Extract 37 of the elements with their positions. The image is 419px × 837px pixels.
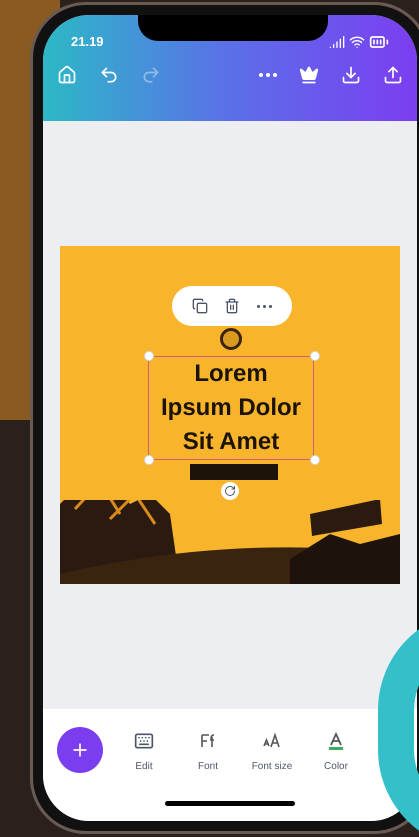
signal-icon bbox=[329, 34, 345, 50]
redo-icon bbox=[141, 65, 161, 85]
toolbar-item[interactable]: Color bbox=[313, 727, 359, 774]
home-icon bbox=[57, 65, 77, 85]
more-button[interactable] bbox=[259, 73, 277, 77]
copy-icon bbox=[192, 298, 208, 314]
rotate-icon bbox=[224, 485, 236, 497]
status-time: 21.19 bbox=[71, 33, 104, 52]
home-button[interactable] bbox=[57, 65, 77, 85]
trash-icon bbox=[224, 298, 240, 314]
text-color-icon bbox=[326, 731, 346, 751]
wifi-icon bbox=[349, 34, 365, 50]
download-icon bbox=[341, 65, 361, 85]
headline-text: Lorem Ipsum Dolor Sit Amet bbox=[160, 359, 302, 457]
share-icon bbox=[383, 65, 403, 85]
rotate-handle[interactable] bbox=[221, 482, 239, 500]
undo-button[interactable] bbox=[99, 65, 119, 85]
resize-handle[interactable] bbox=[144, 351, 154, 361]
delete-button[interactable] bbox=[224, 298, 240, 314]
emblem-icon bbox=[220, 328, 242, 350]
share-button[interactable] bbox=[383, 65, 403, 85]
more-options-button[interactable] bbox=[256, 304, 272, 308]
crown-icon bbox=[299, 65, 319, 85]
more-icon bbox=[259, 73, 277, 77]
keyboard-icon bbox=[134, 731, 154, 751]
toolbar-item[interactable]: Edit bbox=[121, 727, 167, 774]
resize-handle[interactable] bbox=[310, 455, 320, 465]
more-icon bbox=[256, 304, 272, 308]
resize-handle[interactable] bbox=[144, 455, 154, 465]
crown-button[interactable] bbox=[299, 65, 319, 85]
resize-handle[interactable] bbox=[310, 351, 320, 361]
undo-icon bbox=[99, 65, 119, 85]
duplicate-button[interactable] bbox=[192, 298, 208, 314]
toolbar-item[interactable]: Font bbox=[185, 727, 231, 774]
add-button[interactable] bbox=[57, 727, 103, 773]
toolbar-item[interactable]: Font size bbox=[249, 727, 295, 774]
download-button[interactable] bbox=[341, 65, 361, 85]
